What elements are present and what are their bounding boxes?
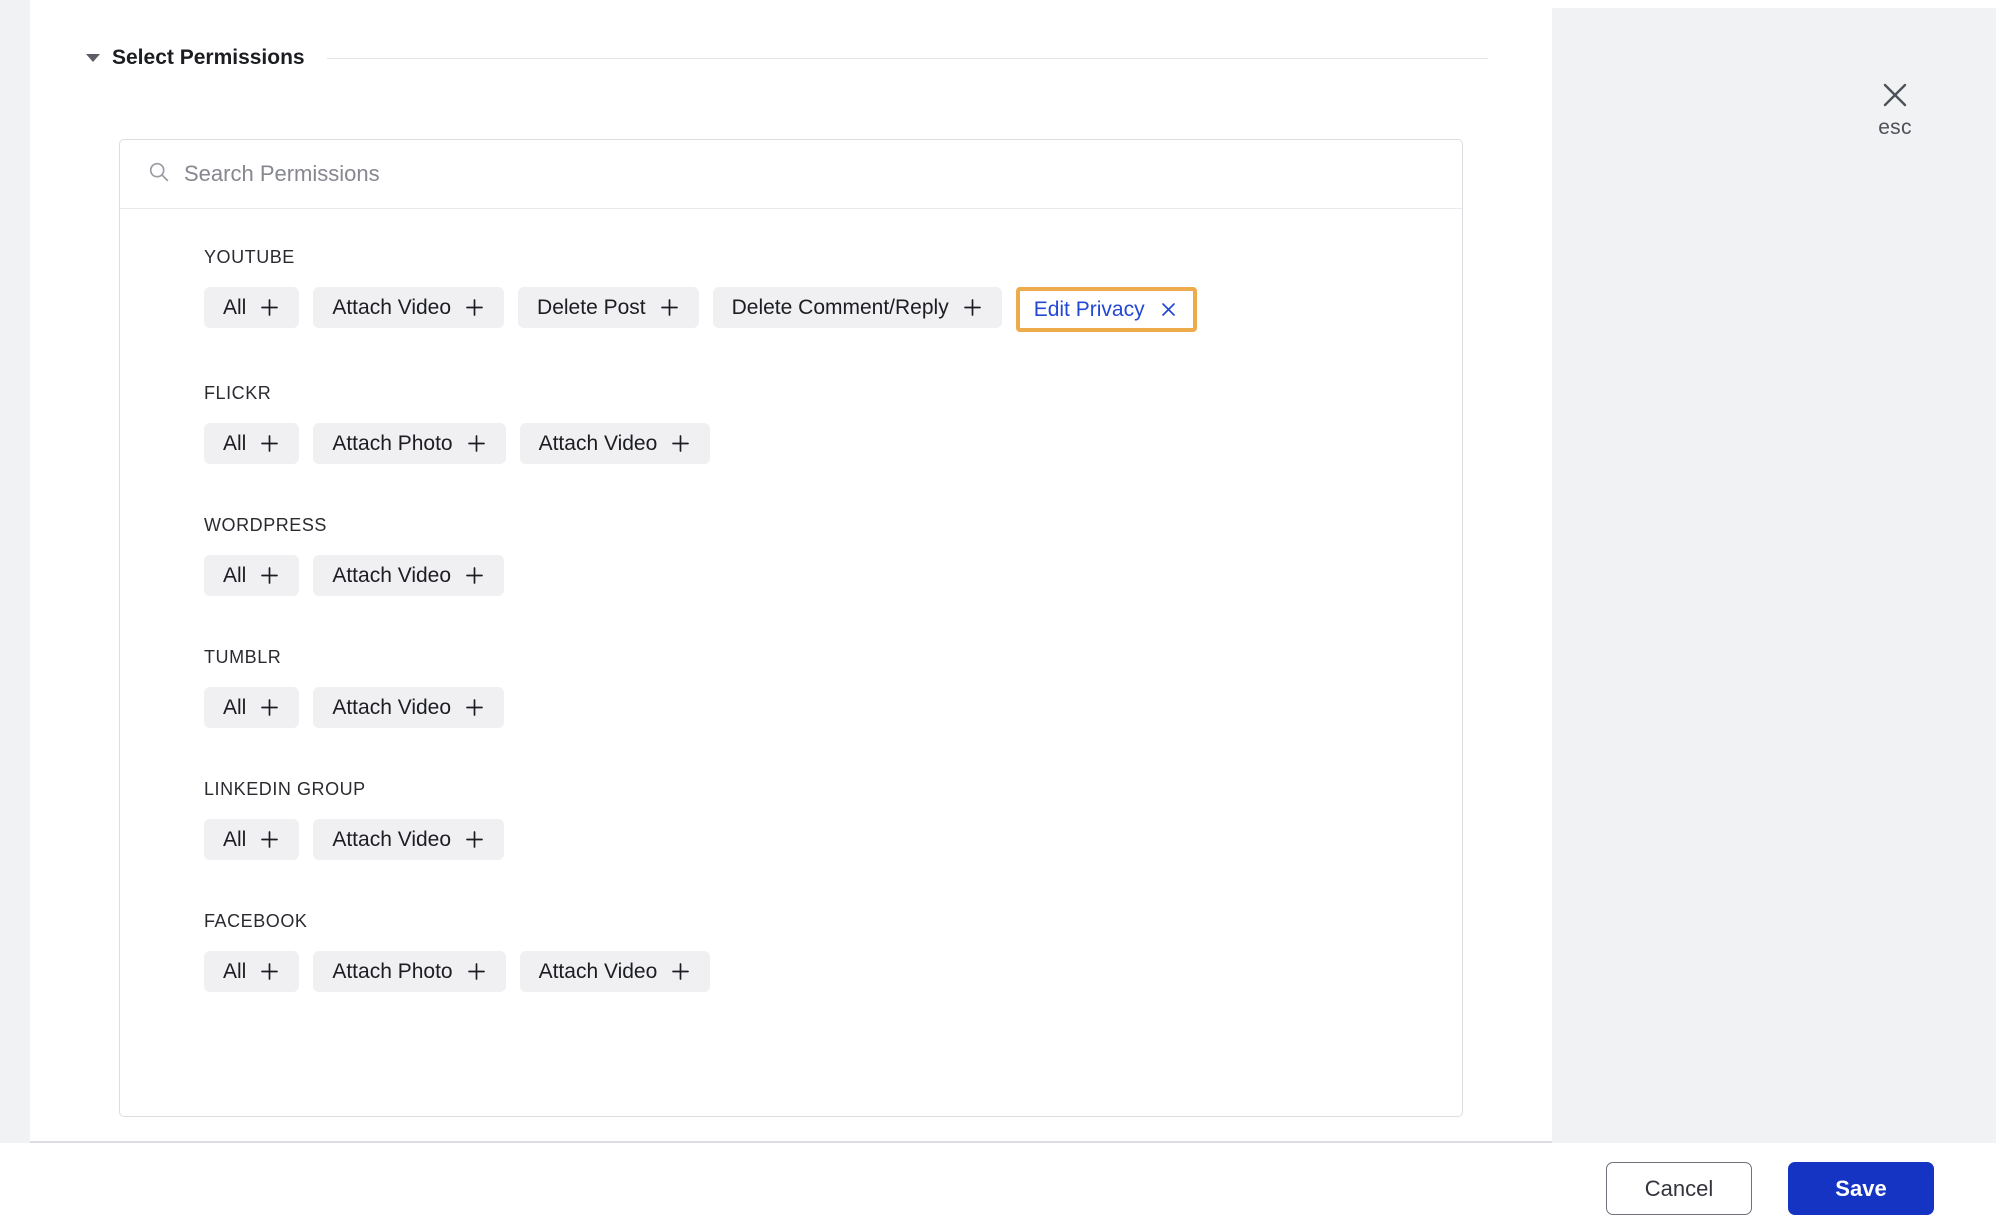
- left-gutter: [0, 0, 30, 1143]
- plus-icon[interactable]: [464, 297, 485, 318]
- permission-chip-label: Attach Video: [538, 431, 658, 455]
- permission-chip[interactable]: Attach Video: [313, 819, 505, 860]
- permission-chip-label: All: [223, 295, 247, 319]
- permission-chip[interactable]: All: [204, 687, 300, 728]
- permission-chip[interactable]: All: [204, 819, 300, 860]
- permission-group: TUMBLR All Attach Video: [120, 647, 1462, 728]
- permission-chip-label: Attach Video: [332, 295, 452, 319]
- permissions-modal: esc Select Permissions Search Permission…: [0, 0, 1996, 1232]
- plus-icon[interactable]: [259, 697, 280, 718]
- permission-chip-label: Attach Video: [332, 695, 452, 719]
- permission-group-label: FACEBOOK: [204, 911, 308, 931]
- permission-group: WORDPRESS All Attach Video: [120, 515, 1462, 596]
- permission-group: FACEBOOK All Attach Photo Attach Video: [120, 911, 1462, 992]
- permission-chip-label: Attach Photo: [332, 431, 453, 455]
- plus-icon[interactable]: [259, 297, 280, 318]
- plus-icon[interactable]: [466, 961, 487, 982]
- permission-group: FLICKR All Attach Photo Attach Video: [120, 383, 1462, 464]
- search-icon: [148, 161, 170, 188]
- section-header: Select Permissions: [84, 42, 1488, 74]
- plus-icon[interactable]: [464, 697, 485, 718]
- permission-chip[interactable]: Attach Video: [313, 555, 505, 596]
- plus-icon[interactable]: [466, 433, 487, 454]
- esc-label: esc: [1878, 116, 1912, 139]
- permission-chip-label: Attach Photo: [332, 959, 453, 983]
- permission-group-label: TUMBLR: [204, 647, 282, 667]
- permission-group-label: WORDPRESS: [204, 515, 327, 535]
- permission-chip[interactable]: Attach Video: [313, 687, 505, 728]
- permission-chip-row: All Attach Video: [204, 819, 1434, 860]
- permission-chip[interactable]: Delete Post: [518, 287, 699, 328]
- plus-icon[interactable]: [659, 297, 680, 318]
- plus-icon[interactable]: [259, 433, 280, 454]
- plus-icon[interactable]: [259, 961, 280, 982]
- modal-footer: Cancel Save: [0, 1145, 1996, 1232]
- save-button[interactable]: Save: [1788, 1162, 1934, 1215]
- permission-chip-label: All: [223, 827, 247, 851]
- permission-chip[interactable]: Attach Video: [313, 287, 505, 328]
- permission-chip[interactable]: Attach Photo: [313, 951, 506, 992]
- plus-icon[interactable]: [962, 297, 983, 318]
- permission-chip-row: All Attach Video: [204, 687, 1434, 728]
- permission-chip-row: All Attach Video: [204, 555, 1434, 596]
- modal-body: esc Select Permissions Search Permission…: [0, 0, 1996, 1143]
- permission-group-label: FLICKR: [204, 383, 272, 403]
- permission-chip-label: All: [223, 959, 247, 983]
- permission-chip[interactable]: Delete Comment/Reply: [712, 287, 1002, 328]
- permission-chip-label: Attach Video: [538, 959, 658, 983]
- permission-chip-label: All: [223, 563, 247, 587]
- permission-chip[interactable]: Attach Video: [519, 423, 711, 464]
- permission-chip[interactable]: Attach Photo: [313, 423, 506, 464]
- permission-group-label: LINKEDIN GROUP: [204, 779, 366, 799]
- permission-chip-row: All Attach Photo Attach Video: [204, 423, 1434, 464]
- permission-chip-label: Delete Comment/Reply: [731, 295, 949, 319]
- search-input[interactable]: [184, 159, 1434, 189]
- permission-chip-label: Delete Post: [537, 295, 646, 319]
- permission-group: LINKEDIN GROUP All Attach Video: [120, 779, 1462, 860]
- permission-group-label: YOUTUBE: [204, 247, 295, 267]
- permission-chip[interactable]: All: [204, 555, 300, 596]
- header-divider: [326, 57, 1488, 59]
- permission-chip[interactable]: All: [204, 423, 300, 464]
- permission-chip-label: Edit Privacy: [1033, 297, 1145, 321]
- permission-chip-row: All Attach Video Delete Post Delete Comment…: [204, 287, 1434, 332]
- plus-icon[interactable]: [670, 961, 691, 982]
- right-side-panel: [1552, 8, 1996, 1143]
- plus-icon[interactable]: [670, 433, 691, 454]
- cancel-button[interactable]: Cancel: [1606, 1162, 1752, 1215]
- permission-chip-label: Attach Video: [332, 827, 452, 851]
- plus-icon[interactable]: [259, 829, 280, 850]
- permissions-card: YOUTUBE All Attach Video Delete Post Delete …: [119, 139, 1463, 1117]
- plus-icon[interactable]: [259, 565, 280, 586]
- permission-chip-label: All: [223, 431, 247, 455]
- close-icon[interactable]: [1158, 299, 1179, 320]
- plus-icon[interactable]: [464, 829, 485, 850]
- plus-icon[interactable]: [464, 565, 485, 586]
- permission-chip[interactable]: All: [204, 951, 300, 992]
- permission-chip[interactable]: All: [204, 287, 300, 328]
- permission-chip-label: Attach Video: [332, 563, 452, 587]
- caret-down-icon[interactable]: [84, 49, 102, 67]
- footer-actions: Cancel Save: [1606, 1162, 1934, 1215]
- permission-chip[interactable]: Attach Video: [519, 951, 711, 992]
- close-icon: [1852, 78, 1938, 112]
- close-esc-button[interactable]: esc: [1852, 78, 1938, 140]
- permission-chip-selected[interactable]: Edit Privacy: [1015, 287, 1197, 332]
- permission-groups: YOUTUBE All Attach Video Delete Post Delete …: [120, 209, 1462, 992]
- permission-chip-label: All: [223, 695, 247, 719]
- page-title: Select Permissions: [112, 46, 305, 69]
- permission-chip-row: All Attach Photo Attach Video: [204, 951, 1434, 992]
- search-row: [120, 140, 1462, 209]
- permission-group: YOUTUBE All Attach Video Delete Post Delete …: [120, 247, 1462, 332]
